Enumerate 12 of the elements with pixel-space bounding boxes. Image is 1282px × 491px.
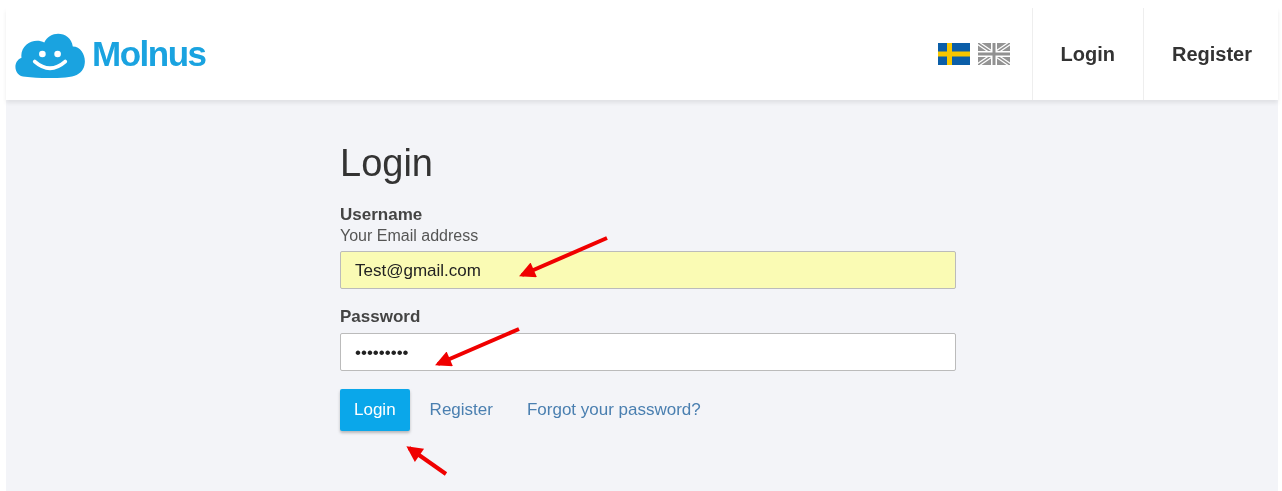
field-label: Password xyxy=(340,307,422,327)
field-label: Username xyxy=(340,205,424,225)
link[interactable]: Register xyxy=(429,400,493,420)
input-field[interactable]: Test@gmail.com xyxy=(340,251,956,289)
uk-flag-icon[interactable] xyxy=(977,43,1010,65)
page-title: Login xyxy=(340,142,434,185)
field-hint: Your Email address xyxy=(340,227,480,245)
link[interactable]: Forgot your password? xyxy=(526,400,701,420)
logo-text: Molnus xyxy=(92,34,206,74)
input-field[interactable]: ••••••••• xyxy=(340,333,956,371)
sweden-flag-icon[interactable] xyxy=(937,43,970,65)
arrow-annotation xyxy=(406,446,448,476)
